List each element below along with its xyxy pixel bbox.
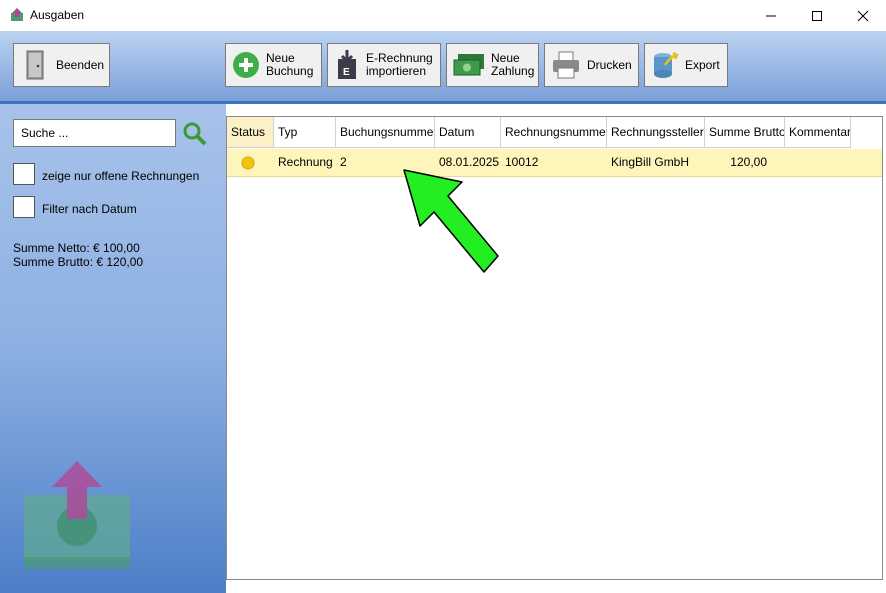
kommentar-cell	[771, 149, 837, 176]
printer-icon	[553, 51, 579, 79]
column-header-typ[interactable]: Typ	[274, 117, 336, 148]
title-bar: Ausgaben	[0, 0, 886, 31]
toolbar: Beenden Neue Buchung E E-Rechnung importie…	[0, 31, 886, 104]
summe-netto: Summe Netto: € 100,00	[13, 241, 140, 255]
rechnungssteller-cell: KingBill GmbH	[611, 155, 690, 169]
neue-zahlung-label: Neue Zahlung	[491, 51, 535, 78]
column-header-rechnungsnummer[interactable]: Rechnungsnummer	[501, 117, 607, 148]
table-row[interactable]: Rechnung 2 08.01.2025 10012 KingBill Gmb…	[227, 149, 882, 177]
filter-date-label: Filter nach Datum	[42, 202, 137, 216]
bookings-table: Status Typ Buchungsnummer Datum Rechnung…	[226, 116, 883, 580]
search-icon[interactable]	[182, 121, 208, 147]
column-header-rechnungssteller[interactable]: Rechnungssteller	[607, 117, 705, 148]
filter-open-label: zeige nur offene Rechnungen	[42, 169, 200, 183]
close-button[interactable]	[840, 0, 886, 31]
yellow-dot-icon	[241, 156, 255, 170]
drucken-label: Drucken	[587, 57, 632, 72]
export-button[interactable]: Export	[644, 43, 728, 87]
table-header: Status Typ Buchungsnummer Datum Rechnung…	[227, 117, 882, 148]
erechnung-import-icon: E	[338, 50, 356, 79]
column-header-status[interactable]: Status	[227, 117, 274, 148]
beenden-label: Beenden	[56, 57, 105, 72]
search-input[interactable]	[13, 119, 176, 147]
drucken-button[interactable]: Drucken	[544, 43, 639, 87]
column-header-datum[interactable]: Datum	[435, 117, 501, 148]
neue-buchung-button[interactable]: Neue Buchung	[225, 43, 322, 87]
export-label: Export	[685, 57, 720, 72]
filter-open-checkbox[interactable]	[13, 163, 35, 185]
money-bills-icon	[453, 54, 484, 76]
database-export-icon	[654, 51, 679, 78]
typ-cell: Rechnung	[278, 155, 333, 169]
rechnungsnummer-cell: 10012	[505, 155, 539, 169]
column-header-kommentar[interactable]: Kommentar	[785, 117, 851, 148]
filter-date-checkbox[interactable]	[13, 196, 35, 218]
svg-text:E: E	[343, 67, 350, 78]
status-cell	[227, 149, 274, 176]
maximize-button[interactable]	[794, 0, 840, 31]
beenden-button[interactable]: Beenden	[13, 43, 110, 87]
minimize-button[interactable]	[748, 0, 794, 31]
close-icon	[857, 10, 869, 21]
summe-brutto-cell: 120,00	[730, 155, 767, 169]
column-header-summe-brutto[interactable]: Summe Brutto	[705, 117, 785, 148]
minimize-icon	[766, 15, 776, 16]
window-title: Ausgaben	[30, 8, 85, 22]
exit-door-icon	[26, 50, 44, 80]
neue-zahlung-button[interactable]: Neue Zahlung	[446, 43, 539, 87]
summe-brutto: Summe Brutto: € 120,00	[13, 255, 144, 269]
app-logo-icon	[24, 461, 130, 569]
neue-buchung-label: Neue Buchung	[266, 51, 314, 78]
app-icon	[11, 8, 23, 21]
maximize-icon	[812, 10, 822, 21]
erechnung-importieren-button[interactable]: E E-Rechnung importieren	[327, 43, 441, 87]
annotation-arrow-icon	[403, 169, 499, 273]
sidebar: zeige nur offene Rechnungen Filter nach …	[0, 104, 226, 593]
erechnung-label: E-Rechnung importieren	[366, 51, 433, 78]
column-header-buchungsnummer[interactable]: Buchungsnummer	[336, 117, 435, 148]
plus-circle-icon	[233, 52, 259, 78]
